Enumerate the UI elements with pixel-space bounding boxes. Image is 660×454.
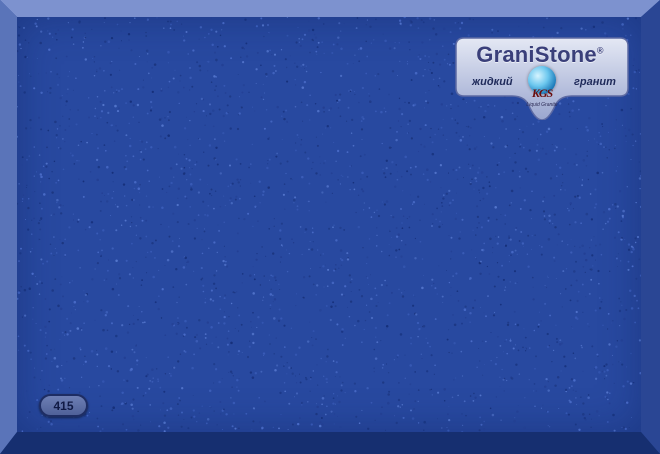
tagline-right: гранит (574, 76, 616, 88)
bevel-bottom (0, 432, 660, 454)
granistone-logo: GraniStone® жидкий гранит KGS Liquid Gra… (452, 36, 632, 120)
sample-code: 415 (53, 398, 74, 413)
brand-name: GraniStone® (462, 42, 618, 68)
bevel-top (0, 0, 660, 17)
bevel-left (0, 0, 17, 454)
stone-sample: GraniStone® жидкий гранит KGS Liquid Gra… (0, 0, 660, 454)
sample-code-badge: 415 (39, 394, 88, 417)
registered-mark: ® (596, 45, 604, 56)
logo-subline: Liquid Granite (526, 102, 558, 108)
bevel-right (641, 0, 660, 454)
kgs-monogram: KGS (531, 86, 553, 100)
brand-name-text: GraniStone (476, 42, 597, 67)
tagline-left: жидкий (472, 76, 513, 88)
